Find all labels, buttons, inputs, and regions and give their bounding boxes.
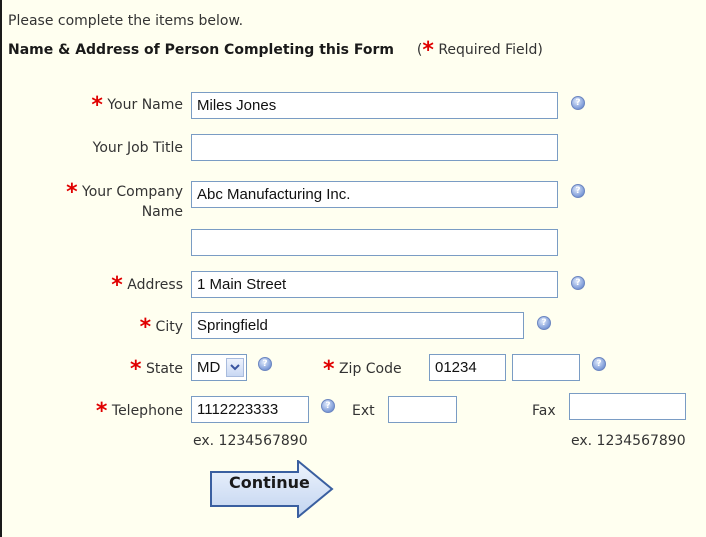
label-text: City — [155, 319, 183, 335]
your-name-input[interactable] — [191, 92, 558, 119]
label-text: Your Name — [107, 97, 183, 113]
required-star-icon: * — [323, 357, 335, 382]
label-text: Address — [127, 277, 183, 293]
zip-code-input[interactable] — [429, 354, 506, 381]
label-telephone: * Telephone — [96, 401, 183, 423]
continue-button[interactable]: Continue — [210, 458, 334, 520]
label-fax: Fax — [532, 403, 556, 419]
intro-text: Please complete the items below. — [8, 13, 244, 29]
required-note-text: Required Field) — [433, 42, 543, 58]
help-icon[interactable]: ? — [537, 316, 551, 330]
label-text: Zip Code — [338, 361, 402, 377]
telephone-input[interactable] — [191, 396, 309, 423]
help-icon[interactable]: ? — [571, 276, 585, 290]
label-ext: Ext — [352, 403, 375, 419]
address-input[interactable] — [191, 271, 558, 298]
required-star-icon: * — [129, 357, 142, 382]
help-icon[interactable]: ? — [571, 184, 585, 198]
state-select[interactable]: MD — [191, 354, 247, 381]
required-star-icon: * — [139, 315, 152, 340]
form-panel: Please complete the items below. Name & … — [0, 0, 706, 537]
fax-hint: ex. 1234567890 — [571, 433, 686, 449]
label-city: * City — [140, 317, 183, 339]
required-star-icon: * — [111, 273, 123, 298]
company-name-line2-input[interactable] — [191, 229, 558, 256]
label-zip-code: * Zip Code — [323, 359, 402, 381]
label-text: Telephone — [111, 403, 183, 419]
label-text: Your Company — [82, 184, 183, 200]
state-select-value: MD — [197, 359, 221, 376]
telephone-hint: ex. 1234567890 — [193, 433, 308, 449]
help-icon[interactable]: ? — [592, 357, 606, 371]
label-job-title: Your Job Title — [92, 140, 183, 156]
section-title: Name & Address of Person Completing this… — [8, 42, 394, 58]
required-star-icon: * — [66, 180, 78, 205]
zip-extension-input[interactable] — [512, 354, 580, 381]
help-icon[interactable]: ? — [258, 357, 272, 371]
required-star-icon: * — [95, 399, 108, 424]
job-title-input[interactable] — [191, 134, 558, 161]
chevron-down-icon[interactable] — [226, 358, 244, 377]
section-header: Name & Address of Person Completing this… — [8, 40, 543, 62]
city-input[interactable] — [191, 312, 524, 339]
ext-input[interactable] — [388, 396, 457, 423]
help-icon[interactable]: ? — [571, 96, 585, 110]
required-star-icon: * — [91, 93, 103, 118]
label-address: * Address — [111, 275, 183, 297]
label-state: * State — [130, 359, 183, 381]
help-icon[interactable]: ? — [321, 399, 335, 413]
label-your-name: * Your Name — [91, 95, 183, 117]
continue-button-label: Continue — [229, 473, 310, 492]
label-text: State — [145, 361, 183, 377]
fax-input[interactable] — [569, 393, 686, 420]
label-company-name: * Your Company Name — [66, 182, 183, 222]
label-text: Name — [141, 204, 183, 220]
required-star-icon: * — [422, 38, 434, 63]
company-name-input[interactable] — [191, 181, 558, 208]
